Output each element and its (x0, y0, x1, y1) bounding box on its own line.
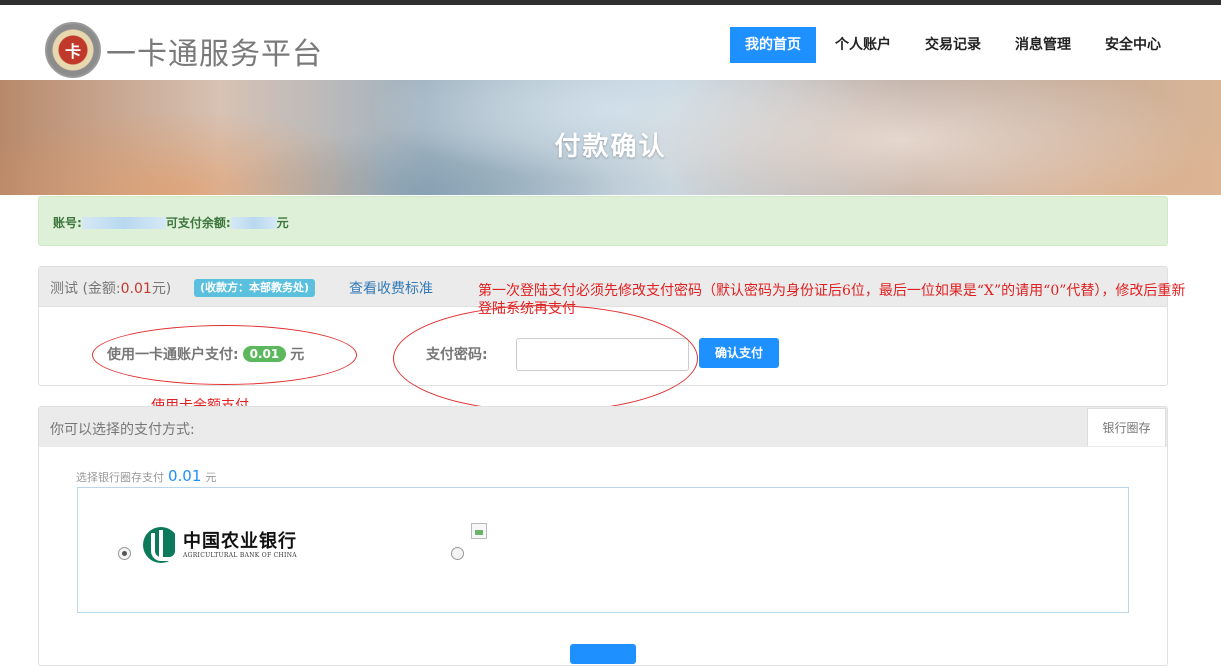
broken-image-icon[interactable] (471, 523, 487, 539)
annotation-ellipse-card (92, 325, 357, 385)
abc-name-cn: 中国农业银行 (183, 530, 297, 552)
nav-item-home[interactable]: 我的首页 (730, 27, 816, 63)
page-title: 付款确认 (554, 132, 667, 162)
nav-item-messages[interactable]: 消息管理 (1000, 27, 1086, 63)
bank-radio-abc[interactable] (118, 547, 131, 560)
nav-item-account[interactable]: 个人账户 (820, 27, 906, 63)
masked-balance (230, 216, 277, 229)
abc-bank-logo[interactable]: 中国农业银行 AGRICULTURAL BANK OF CHINA (143, 527, 297, 563)
fee-standard-link[interactable]: 查看收费标准 (349, 278, 433, 298)
account-label: 账号: (53, 216, 82, 230)
logo-seal-icon: 卡 (45, 22, 101, 78)
payee-badge: (收款方：本部教务处) (194, 279, 316, 297)
payment-amount: 0.01 (120, 281, 152, 297)
bottom-submit-button[interactable] (570, 644, 636, 664)
abc-logo-icon (143, 527, 179, 563)
bank-select-amount: 0.01 (168, 467, 202, 485)
balance-label: 可支付余额: (165, 216, 231, 230)
bank-radio-second[interactable] (451, 547, 464, 560)
nav-item-transactions[interactable]: 交易记录 (910, 27, 996, 63)
payment-methods-title: 你可以选择的支付方式: (50, 422, 195, 438)
masked-account-number (81, 216, 166, 229)
site-header: 卡 一卡通服务平台 我的首页 个人账户 交易记录 消息管理 安全中心 (0, 5, 1221, 80)
balance-currency: 元 (276, 216, 289, 230)
main-nav: 我的首页 个人账户 交易记录 消息管理 安全中心 (730, 27, 1176, 63)
payment-item-title: 测试 (金额:0.01元) (50, 281, 172, 297)
logo-text: 一卡通服务平台 (106, 37, 323, 72)
tab-bank-transfer[interactable]: 银行圈存 (1087, 408, 1166, 446)
page-banner: 付款确认 (0, 80, 1221, 195)
bank-select-line: 选择银行圈存支付 0.01 元 (76, 467, 217, 485)
confirm-payment-button[interactable]: 确认支付 (699, 338, 779, 368)
account-alert: 账号: 可支付余额: 元 (38, 196, 1168, 246)
annotation-ellipse-password (393, 305, 698, 412)
abc-name-en: AGRICULTURAL BANK OF CHINA (183, 551, 297, 559)
payment-methods-header: 你可以选择的支付方式: 银行圈存 (39, 407, 1167, 447)
nav-item-security[interactable]: 安全中心 (1090, 27, 1176, 63)
